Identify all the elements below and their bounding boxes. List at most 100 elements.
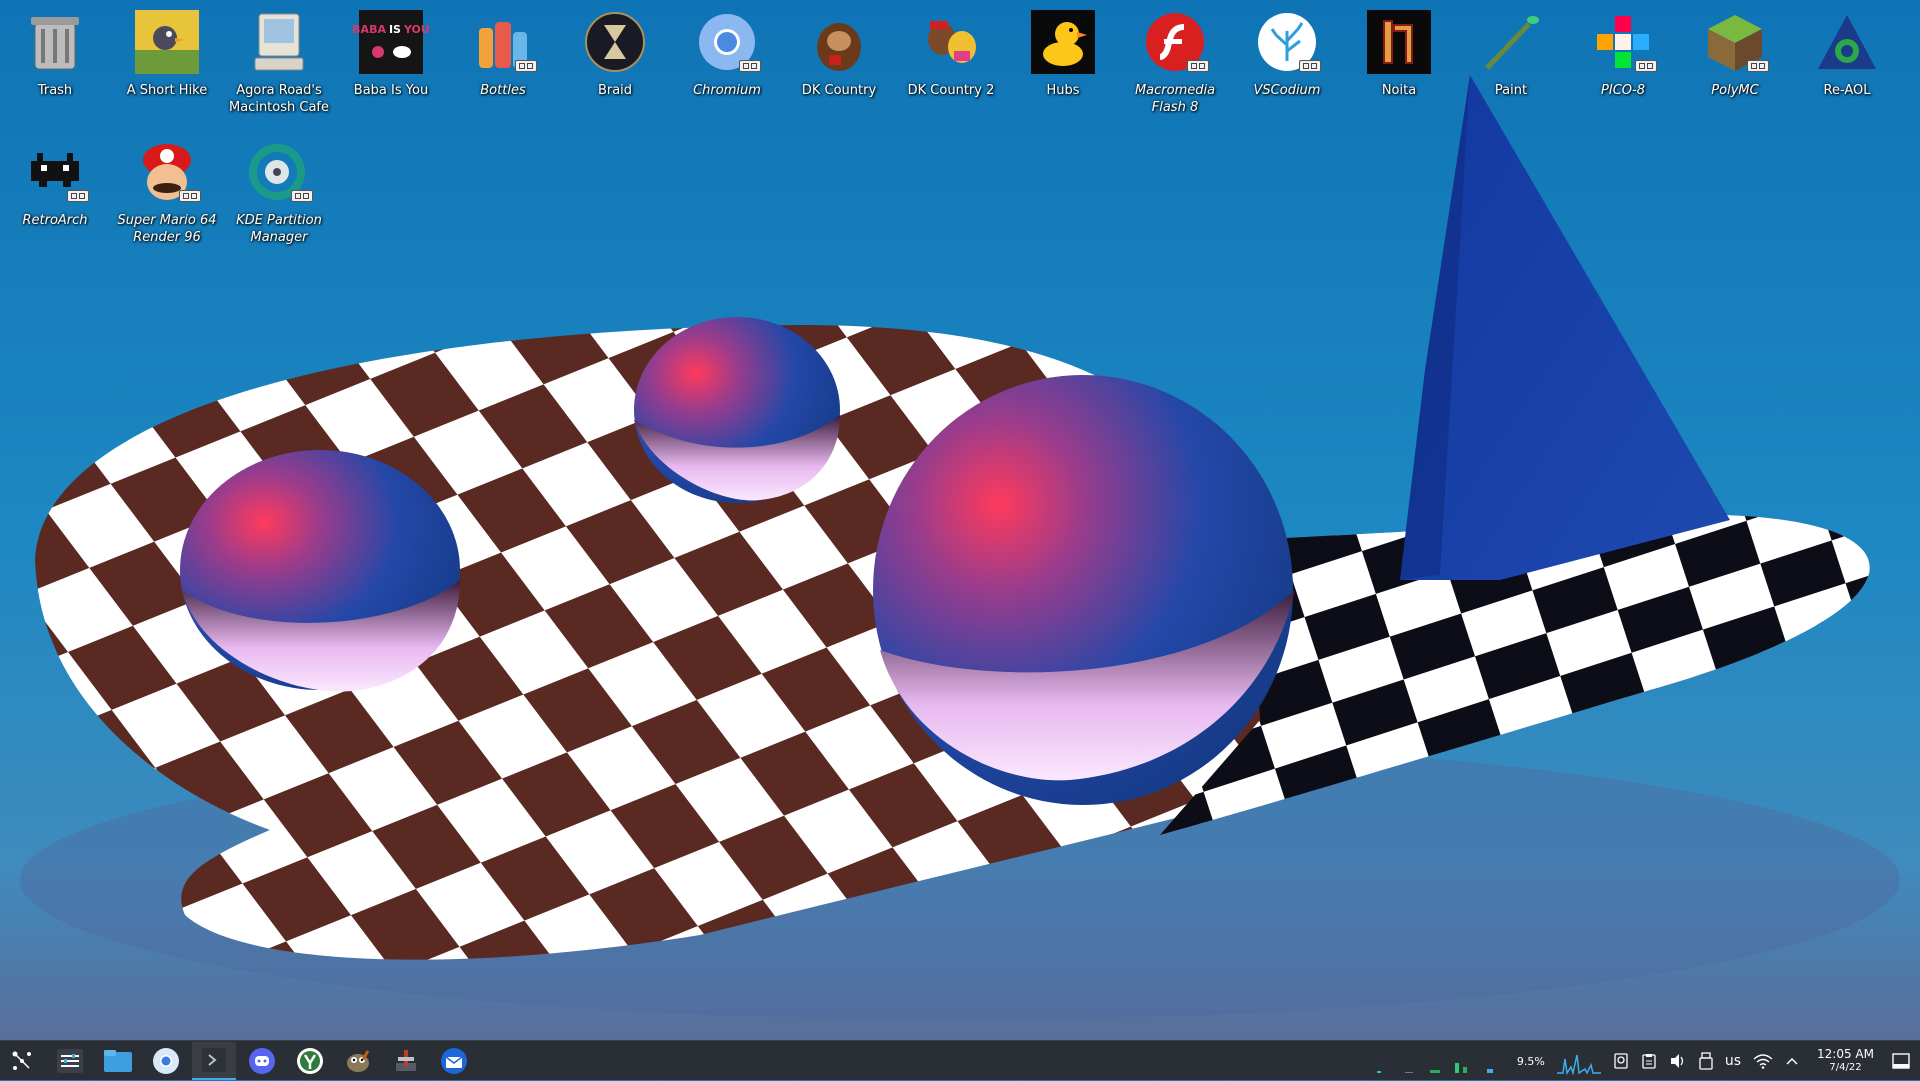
- taskbar-system-settings[interactable]: [48, 1042, 92, 1080]
- desktop-icon-label: Trash: [37, 83, 73, 98]
- tray-usb[interactable]: [1699, 1041, 1713, 1081]
- taskbar-gimp[interactable]: [336, 1042, 380, 1080]
- system-tray: 9.5% us 12:05 AM 7/4/22: [1369, 1041, 1920, 1081]
- keyboard-layout-text: us: [1724, 1053, 1742, 1069]
- desktop-icon-label: Noita: [1381, 83, 1417, 98]
- noita-icon: [1365, 8, 1433, 76]
- desktop-icon-chromium[interactable]: Chromium: [673, 8, 781, 99]
- link-badge-icon: [1187, 60, 1209, 72]
- desktop-icon-label: Hubs: [1046, 83, 1080, 98]
- thunderbird-icon: [441, 1047, 467, 1074]
- tray-wifi[interactable]: [1753, 1041, 1773, 1081]
- video-editor-icon: [396, 1049, 416, 1071]
- hubs-duck-icon: [1029, 8, 1097, 76]
- heroic-launcher-icon: [297, 1047, 323, 1074]
- link-badge-icon: [179, 190, 201, 202]
- tray-disk[interactable]: [1613, 1041, 1629, 1081]
- terminal-icon: [202, 1047, 226, 1072]
- kde-launcher-icon: [12, 1051, 31, 1070]
- settings-sliders-icon: [57, 1048, 83, 1073]
- desktop-icon-label: Chromium: [693, 83, 761, 98]
- link-badge-icon: [1747, 60, 1769, 72]
- desktop-icon-a-short-hike[interactable]: A Short Hike: [113, 8, 221, 99]
- desktop-icon-dk-country-2[interactable]: DK Country 2: [897, 8, 1005, 99]
- desktop-icon-polymc[interactable]: PolyMC: [1681, 8, 1789, 99]
- chevron-up-icon: [1786, 1057, 1798, 1065]
- partition-manager-icon: [245, 138, 313, 206]
- link-badge-icon: [1299, 60, 1321, 72]
- macintosh-computer-icon: [245, 8, 313, 76]
- aol-triangle-icon: [1813, 8, 1881, 76]
- speaker-icon: [1670, 1054, 1684, 1068]
- paintbrush-icon: [1477, 8, 1545, 76]
- taskbar-discord[interactable]: [240, 1042, 284, 1080]
- desktop-icon-label: RetroArch: [22, 213, 88, 228]
- desktop-icon-retroarch[interactable]: RetroArch: [1, 138, 109, 229]
- bottles-icon: [469, 8, 537, 76]
- pico-8-icon: [1589, 8, 1657, 76]
- desktop-icon-label: KDE Partition Manager: [236, 213, 322, 245]
- cpu-graph-icon: [1556, 1054, 1601, 1075]
- tray-clipboard[interactable]: [1641, 1041, 1657, 1081]
- trash-icon: [21, 8, 89, 76]
- desktop-icon-paint[interactable]: Paint: [1457, 8, 1565, 99]
- desktop-icon-vscodium[interactable]: VSCodium: [1233, 8, 1341, 99]
- taskbar-kdenlive[interactable]: [384, 1042, 428, 1080]
- network-monitor-widget[interactable]: [1375, 1041, 1505, 1081]
- link-badge-icon: [291, 190, 313, 202]
- application-launcher-button[interactable]: [0, 1042, 44, 1080]
- desktop-icon-bottles[interactable]: Bottles: [449, 8, 557, 99]
- network-graph-icon: [1376, 1063, 1493, 1073]
- polymc-cube-icon: [1701, 8, 1769, 76]
- cpu-load-widget[interactable]: 9.5%: [1517, 1041, 1545, 1081]
- flash-icon: [1141, 8, 1209, 76]
- desktop-icon-dk-country[interactable]: DK Country: [785, 8, 893, 99]
- tray-expand[interactable]: [1785, 1041, 1799, 1081]
- desktop-icon-hubs[interactable]: Hubs: [1009, 8, 1117, 99]
- taskbar-file-manager[interactable]: [96, 1042, 140, 1080]
- hourglass-icon: [581, 8, 649, 76]
- tray-volume[interactable]: [1669, 1041, 1687, 1081]
- cpu-load-text: 9.5%: [1516, 1054, 1545, 1068]
- desktop-icon-braid[interactable]: Braid: [561, 8, 669, 99]
- clock-time: 12:05 AM: [1817, 1047, 1874, 1061]
- you-word: YOU: [403, 22, 430, 36]
- taskbar-heroic[interactable]: [288, 1042, 332, 1080]
- desktop-icon-label: Paint: [1494, 83, 1528, 98]
- link-badge-icon: [67, 190, 89, 202]
- chromium-icon: [693, 8, 761, 76]
- desktop-icon-label: Re-AOL: [1823, 83, 1871, 98]
- retroarch-invader-icon: [21, 138, 89, 206]
- desktop-icon-label: PolyMC: [1711, 83, 1759, 98]
- desktop-icon-label: PICO-8: [1601, 83, 1645, 98]
- link-badge-icon: [739, 60, 761, 72]
- mario-icon: [133, 138, 201, 206]
- desktop-icon-label: Agora Road's Macintosh Cafe: [229, 83, 329, 115]
- desktop-icon-macromedia-flash[interactable]: Macromedia Flash 8: [1121, 8, 1229, 116]
- desktop-icon-trash[interactable]: Trash: [1, 8, 109, 99]
- taskbar-chromium[interactable]: [144, 1042, 188, 1080]
- desktop-icon-noita[interactable]: Noita: [1345, 8, 1453, 99]
- digital-clock[interactable]: 12:05 AM 7/4/22: [1817, 1048, 1874, 1074]
- desktop-icon-re-aol[interactable]: Re-AOL: [1793, 8, 1901, 99]
- desktop-icon-label: DK Country: [801, 83, 877, 98]
- desktop-icon-agora-road[interactable]: Agora Road's Macintosh Cafe: [225, 8, 333, 116]
- link-badge-icon: [1635, 60, 1657, 72]
- desktop-icon-label: Super Mario 64 Render 96: [117, 213, 217, 245]
- taskbar-terminal[interactable]: [192, 1041, 236, 1080]
- usb-drive-icon: [1699, 1052, 1713, 1070]
- donkey-kong-icon: [805, 8, 873, 76]
- is-word: IS: [388, 22, 401, 36]
- diddy-kong-icon: [917, 8, 985, 76]
- desktop-icon-pico-8[interactable]: PICO-8: [1569, 8, 1677, 99]
- desktop-icon-label: Macromedia Flash 8: [1134, 83, 1216, 115]
- desktop-icon-super-mario-64[interactable]: Super Mario 64 Render 96: [113, 138, 221, 246]
- taskbar-thunderbird[interactable]: [432, 1042, 476, 1080]
- show-desktop-button[interactable]: [1892, 1041, 1910, 1081]
- cpu-graph-widget[interactable]: [1556, 1041, 1601, 1081]
- desktop-icon-kde-partition-manager[interactable]: KDE Partition Manager: [225, 138, 333, 246]
- desktop-icon-baba-is-you[interactable]: BABA IS YOU Baba Is You: [337, 8, 445, 99]
- tray-keyboard-layout[interactable]: us: [1725, 1041, 1741, 1081]
- desktop-icon-label: VSCodium: [1253, 83, 1321, 98]
- desktop-icon-label: Bottles: [480, 83, 526, 98]
